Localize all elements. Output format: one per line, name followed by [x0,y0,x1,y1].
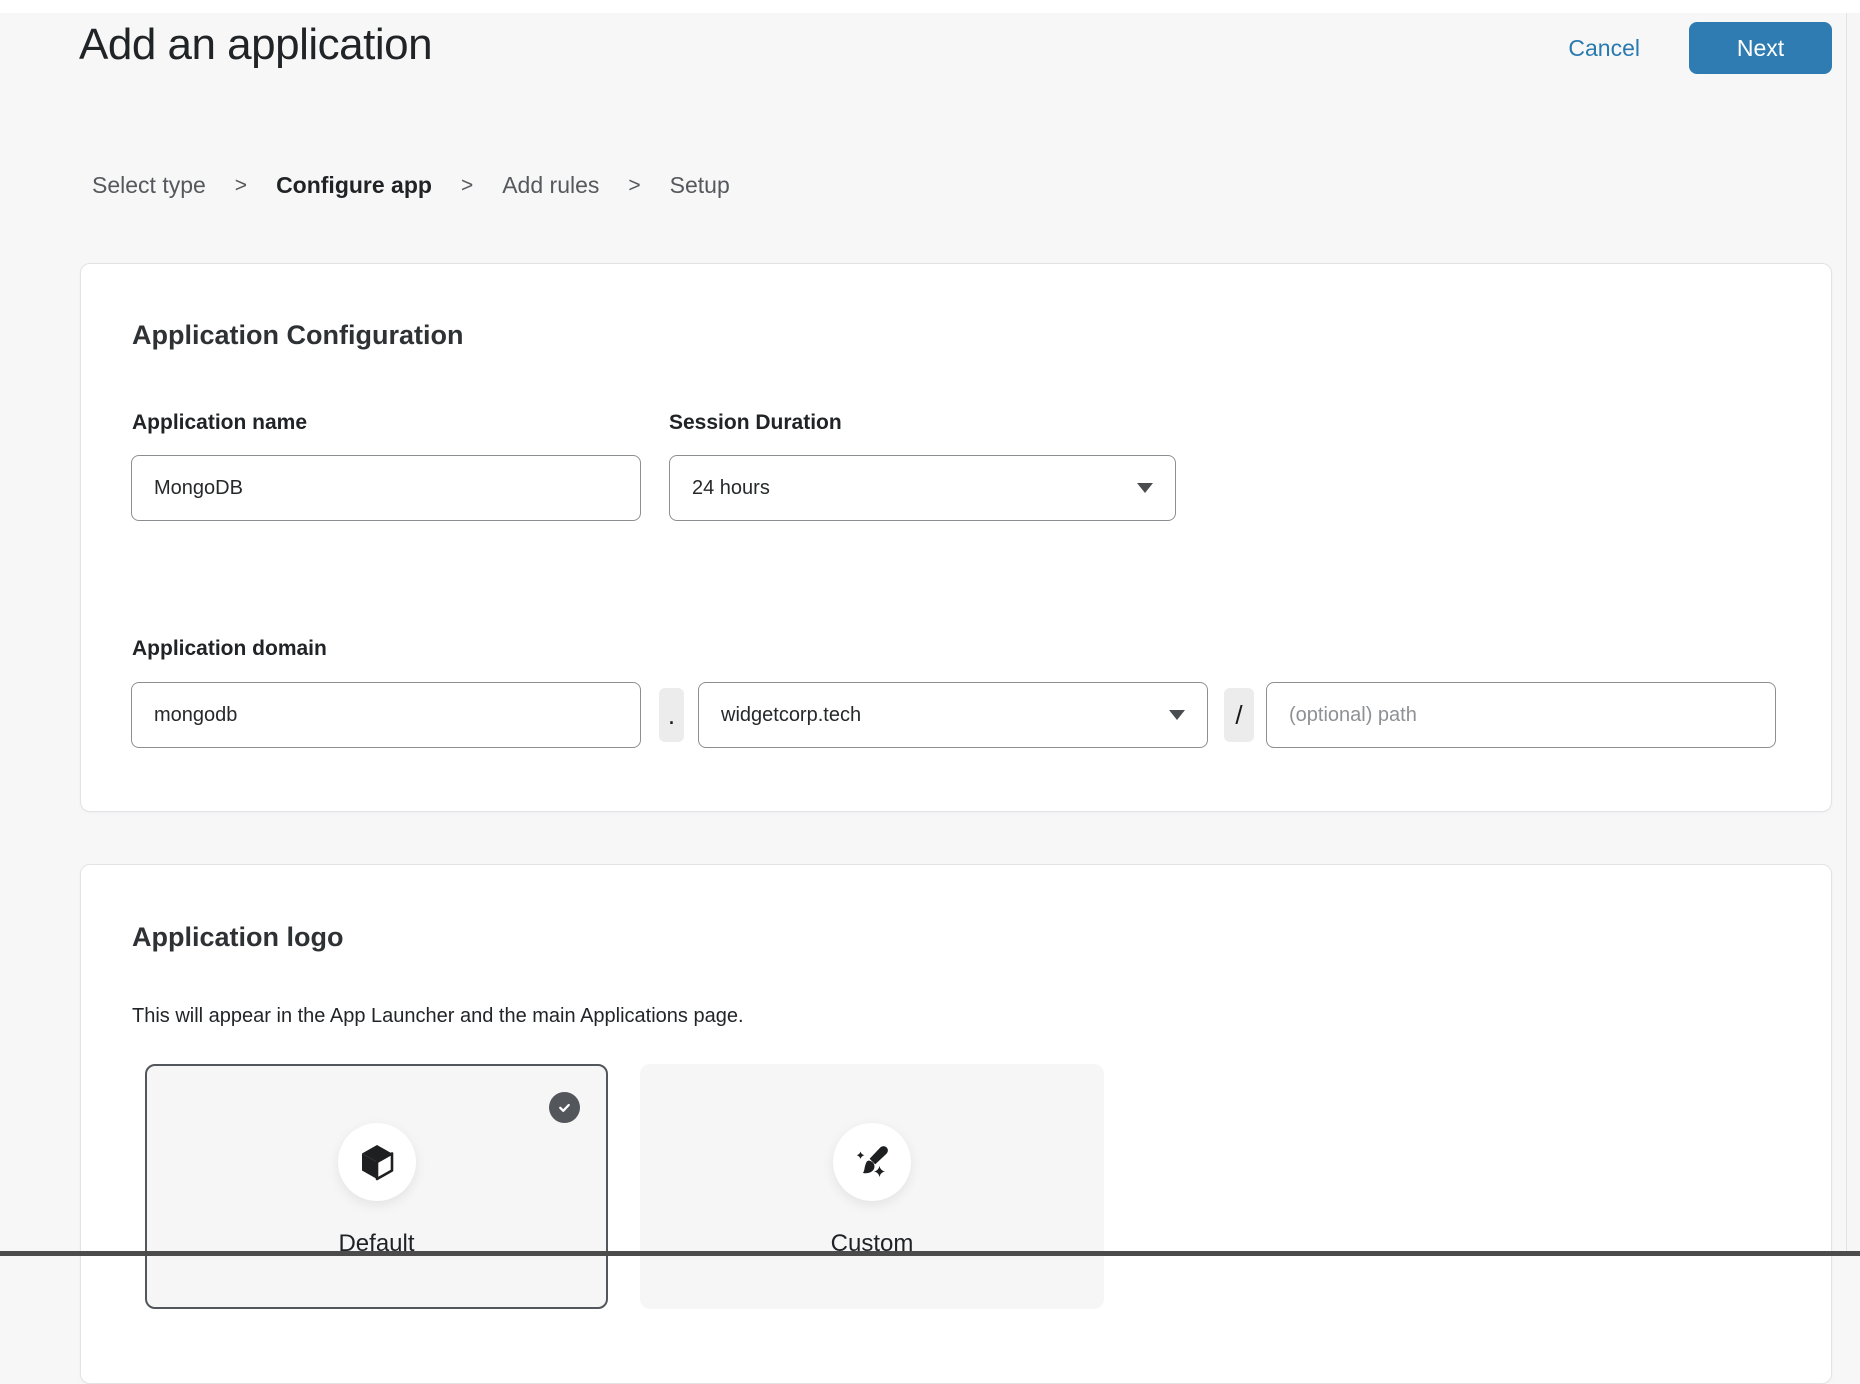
logo-option-default[interactable]: Default [145,1064,608,1309]
session-duration-label: Session Duration [669,411,842,435]
breadcrumb-separator: > [461,174,473,198]
header-actions: Cancel Next [1568,22,1832,74]
page-title: Add an application [79,20,432,70]
application-name-input[interactable] [131,455,641,521]
breadcrumb-separator: > [628,174,640,198]
application-logo-card: Application logo This will appear in the… [80,864,1832,1384]
step-configure-app[interactable]: Configure app [276,172,432,199]
dot-separator: . [659,688,684,742]
dropdown-caret-icon [1137,483,1153,493]
step-setup[interactable]: Setup [670,172,730,199]
step-select-type[interactable]: Select type [92,172,206,199]
selected-check-badge [549,1092,580,1123]
next-button[interactable]: Next [1689,22,1832,74]
custom-logo-circle [833,1123,911,1201]
logo-description: This will appear in the App Launcher and… [132,1005,744,1028]
breadcrumb-separator: > [235,174,247,198]
cube-icon [357,1142,397,1182]
session-duration-select[interactable]: 24 hours [669,455,1176,521]
logo-option-custom[interactable]: Custom [640,1064,1104,1309]
dropdown-caret-icon [1169,710,1185,720]
horizontal-scrollbar[interactable] [0,1251,1860,1256]
step-add-rules[interactable]: Add rules [502,172,599,199]
cancel-button[interactable]: Cancel [1568,35,1640,62]
domain-value: widgetcorp.tech [721,704,861,727]
top-strip [0,0,1860,13]
vertical-scrollbar[interactable] [1846,13,1860,1251]
application-domain-label: Application domain [132,637,327,661]
subdomain-input[interactable] [131,682,641,748]
application-name-label: Application name [132,411,307,435]
paintbrush-icon [852,1142,892,1182]
path-input[interactable] [1266,682,1776,748]
logo-heading: Application logo [132,922,343,953]
application-configuration-card: Application Configuration Application na… [80,263,1832,812]
domain-select[interactable]: widgetcorp.tech [698,682,1208,748]
session-duration-value: 24 hours [692,477,770,500]
configuration-heading: Application Configuration [132,320,463,351]
breadcrumb: Select type > Configure app > Add rules … [92,172,730,199]
default-logo-circle [338,1123,416,1201]
slash-separator: / [1224,688,1254,742]
check-icon [556,1099,573,1116]
